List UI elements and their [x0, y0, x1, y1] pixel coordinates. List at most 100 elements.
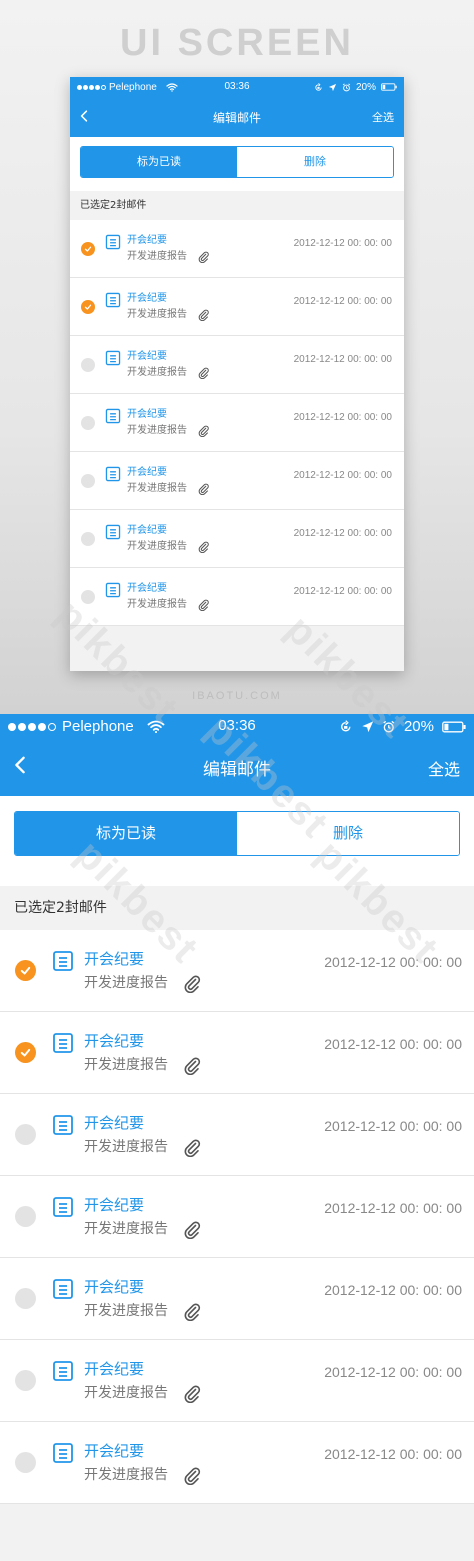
select-checkbox[interactable]: [15, 1370, 36, 1391]
attachment-icon: [182, 973, 202, 993]
attachment-icon: [197, 482, 210, 495]
phone-screen: Pelephone 03:36 20% 编辑邮件 全选 标为已读 删除 已选定2…: [0, 714, 474, 1561]
mail-preview: 开发进度报告: [127, 598, 187, 610]
attachment-icon: [197, 540, 210, 553]
select-checkbox[interactable]: [81, 415, 95, 430]
mail-date: 2012-12-12 00: 00: 00: [324, 1118, 462, 1134]
mail-subject: 开会纪要: [127, 408, 167, 420]
action-segment: 标为已读 删除: [80, 146, 394, 178]
nav-bar: 编辑邮件 全选: [0, 739, 474, 796]
select-checkbox[interactable]: [81, 357, 95, 372]
mail-date: 2012-12-12 00: 00: 00: [293, 412, 392, 423]
alarm-icon: [342, 83, 351, 92]
mail-list: 开会纪要 开发进度报告 2012-12-12 00: 00: 00 开会纪要 开…: [0, 930, 474, 1504]
battery-level: 20%: [403, 718, 434, 735]
mail-list-item[interactable]: 开会纪要 开发进度报告 2012-12-12 00: 00: 00: [0, 1422, 474, 1504]
attachment-icon: [182, 1219, 202, 1239]
mark-read-button[interactable]: 标为已读: [15, 812, 237, 855]
mail-list-item[interactable]: 开会纪要 开发进度报告 2012-12-12 00: 00: 00: [70, 336, 404, 394]
mail-list-item[interactable]: 开会纪要 开发进度报告 2012-12-12 00: 00: 00: [0, 1258, 474, 1340]
attachment-icon: [197, 308, 210, 321]
location-arrow-icon: [328, 83, 337, 92]
mail-list-item[interactable]: 开会纪要 开发进度报告 2012-12-12 00: 00: 00: [0, 930, 474, 1012]
back-button[interactable]: [80, 109, 88, 125]
mail-subject: 开会纪要: [84, 1277, 145, 1296]
mail-document-icon: [52, 1442, 74, 1464]
select-checkbox[interactable]: [81, 241, 95, 256]
select-all-button[interactable]: 全选: [372, 109, 394, 125]
mail-document-icon: [105, 234, 121, 250]
mail-preview: 开发进度报告: [84, 1466, 168, 1483]
select-checkbox[interactable]: [81, 473, 95, 488]
mail-subject: 开会纪要: [127, 524, 167, 536]
mail-list-item[interactable]: 开会纪要 开发进度报告 2012-12-12 00: 00: 00: [0, 1094, 474, 1176]
attachment-icon: [182, 1383, 202, 1403]
selection-count: 已选定2封邮件: [70, 191, 404, 220]
wifi-icon: [166, 82, 178, 92]
select-checkbox[interactable]: [15, 960, 36, 981]
mail-preview: 开发进度报告: [127, 250, 187, 262]
carrier-name: Pelephone: [109, 81, 157, 93]
mail-document-icon: [52, 1032, 74, 1054]
mail-subject: 开会纪要: [84, 1113, 145, 1132]
select-checkbox[interactable]: [15, 1288, 36, 1309]
attachment-icon: [182, 1055, 202, 1075]
chevron-left-icon: [80, 109, 88, 122]
orientation-lock-icon: [314, 82, 323, 92]
mail-date: 2012-12-12 00: 00: 00: [324, 954, 462, 970]
mail-list: 开会纪要 开发进度报告 2012-12-12 00: 00: 00 开会纪要 开…: [70, 220, 404, 626]
preview-footer: IBAOTU.COM: [192, 690, 282, 702]
signal-strength-icon: [8, 722, 58, 731]
mail-preview: 开发进度报告: [84, 1138, 168, 1155]
chevron-left-icon: [14, 756, 26, 774]
mail-date: 2012-12-12 00: 00: 00: [324, 1200, 462, 1216]
select-checkbox[interactable]: [81, 531, 95, 546]
back-button[interactable]: [14, 756, 26, 779]
page-title: 编辑邮件: [212, 110, 261, 125]
preview-title: UI SCREEN: [120, 22, 354, 64]
action-segment-area: 标为已读 删除: [0, 796, 474, 886]
mail-list-item[interactable]: 开会纪要 开发进度报告 2012-12-12 00: 00: 00: [70, 220, 404, 278]
mail-document-icon: [105, 408, 121, 424]
mail-list-item[interactable]: 开会纪要 开发进度报告 2012-12-12 00: 00: 00: [70, 278, 404, 336]
attachment-icon: [182, 1301, 202, 1321]
mail-subject: 开会纪要: [127, 350, 167, 362]
mail-list-item[interactable]: 开会纪要 开发进度报告 2012-12-12 00: 00: 00: [70, 568, 404, 626]
mail-document-icon: [105, 466, 121, 482]
select-all-button[interactable]: 全选: [428, 756, 460, 780]
select-checkbox[interactable]: [81, 589, 95, 604]
delete-button[interactable]: 删除: [237, 812, 459, 855]
attachment-icon: [197, 250, 210, 263]
mail-date: 2012-12-12 00: 00: 00: [324, 1364, 462, 1380]
select-checkbox[interactable]: [15, 1452, 36, 1473]
mail-date: 2012-12-12 00: 00: 00: [324, 1036, 462, 1052]
mail-date: 2012-12-12 00: 00: 00: [293, 296, 392, 307]
attachment-icon: [182, 1465, 202, 1485]
battery-icon: [381, 83, 397, 91]
mail-list-item[interactable]: 开会纪要 开发进度报告 2012-12-12 00: 00: 00: [0, 1012, 474, 1094]
select-checkbox[interactable]: [15, 1042, 36, 1063]
mail-subject: 开会纪要: [84, 1359, 145, 1378]
attachment-icon: [197, 424, 210, 437]
delete-button[interactable]: 删除: [237, 147, 393, 177]
mail-date: 2012-12-12 00: 00: 00: [293, 528, 392, 539]
select-checkbox[interactable]: [15, 1124, 36, 1145]
preview-phone: Pelephone 03:36 20% 编辑邮件 全选 标为已读 删除 已选定2…: [70, 77, 404, 671]
mail-document-icon: [52, 1114, 74, 1136]
mail-subject: 开会纪要: [84, 1031, 145, 1050]
mail-list-item[interactable]: 开会纪要 开发进度报告 2012-12-12 00: 00: 00: [70, 452, 404, 510]
mail-preview: 开发进度报告: [127, 482, 187, 494]
mail-list-item[interactable]: 开会纪要 开发进度报告 2012-12-12 00: 00: 00: [70, 394, 404, 452]
mail-list-item[interactable]: 开会纪要 开发进度报告 2012-12-12 00: 00: 00: [0, 1340, 474, 1422]
mail-date: 2012-12-12 00: 00: 00: [293, 586, 392, 597]
battery-icon: [442, 721, 466, 733]
mail-date: 2012-12-12 00: 00: 00: [324, 1446, 462, 1462]
select-checkbox[interactable]: [81, 299, 95, 314]
mail-list-item[interactable]: 开会纪要 开发进度报告 2012-12-12 00: 00: 00: [0, 1176, 474, 1258]
selection-count: 已选定2封邮件: [0, 886, 474, 930]
carrier-name: Pelephone: [62, 718, 134, 735]
status-bar: Pelephone 03:36 20%: [70, 77, 404, 97]
select-checkbox[interactable]: [15, 1206, 36, 1227]
mark-read-button[interactable]: 标为已读: [81, 147, 237, 177]
mail-list-item[interactable]: 开会纪要 开发进度报告 2012-12-12 00: 00: 00: [70, 510, 404, 568]
